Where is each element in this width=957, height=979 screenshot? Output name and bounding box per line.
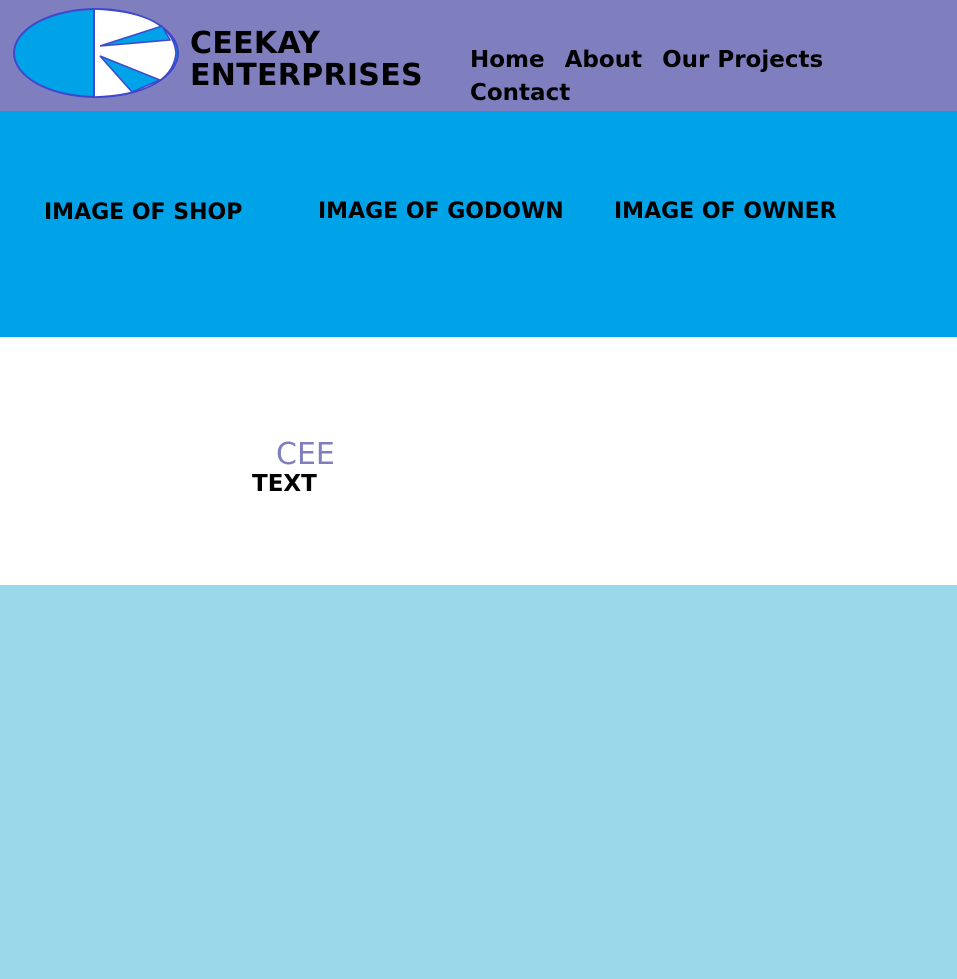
nav-our-projects-link[interactable]: Our Projects	[662, 47, 823, 73]
footer-section	[0, 585, 957, 979]
brand-line-2: ENTERPRISES	[190, 58, 423, 93]
brand-line-1: CEEKAY	[190, 26, 321, 61]
image-placeholder-owner: IMAGE OF OWNER	[614, 199, 837, 224]
image-placeholder-shop: IMAGE OF SHOP	[44, 200, 243, 225]
brand-name: CEEKAY ENTERPRISES	[190, 28, 423, 92]
hero-banner: IMAGE OF SHOP IMAGE OF GODOWN IMAGE OF O…	[0, 111, 957, 337]
ceekay-logo-icon[interactable]	[12, 6, 180, 100]
content-section: CEE TEXT	[0, 337, 957, 585]
nav-about-link[interactable]: About	[565, 47, 642, 73]
header-bar: CEEKAY ENTERPRISES Home About Our Projects…	[0, 0, 957, 111]
content-text: TEXT	[252, 471, 317, 497]
image-placeholder-godown: IMAGE OF GODOWN	[318, 199, 564, 224]
nav-contact-link[interactable]: Contact	[470, 80, 570, 106]
nav-home-link[interactable]: Home	[470, 47, 545, 73]
content-heading: CEE	[276, 437, 335, 472]
main-nav: Home About Our Projects Contact	[470, 44, 890, 110]
